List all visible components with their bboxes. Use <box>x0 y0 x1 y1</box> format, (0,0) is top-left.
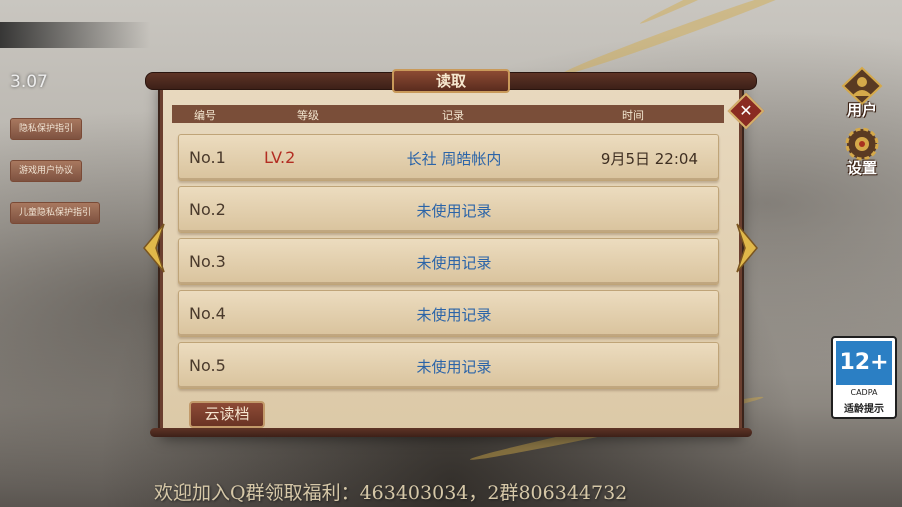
slot-number: No.4 <box>189 304 226 323</box>
age-rating-badge: 12+ CADPA 适龄提示 <box>831 336 897 419</box>
slot-level: LV.2 <box>264 148 296 167</box>
slot-number: No.2 <box>189 200 226 219</box>
column-header-time: 时间 <box>622 109 644 122</box>
rating-tip: 适龄提示 <box>844 404 884 415</box>
user-button[interactable]: 用户 <box>837 66 887 120</box>
save-slot-2[interactable]: No.2 未使用记录 <box>178 186 719 233</box>
column-header-number: 编号 <box>194 109 216 122</box>
privacy-guide-link[interactable]: 隐私保护指引 <box>10 118 83 140</box>
version-label: 3.07 <box>10 72 48 92</box>
dialog-title: 读取 <box>392 69 510 93</box>
slot-number: No.3 <box>189 252 226 271</box>
user-label: 用户 <box>846 101 877 119</box>
dialog-bottom-frame <box>150 428 752 437</box>
user-agreement-link[interactable]: 游戏用户协议 <box>10 160 83 182</box>
slot-record: 未使用记录 <box>416 358 492 376</box>
column-header-level: 等级 <box>297 109 319 122</box>
settings-button[interactable]: 设置 <box>837 124 887 178</box>
slot-number: No.5 <box>189 356 226 375</box>
cloud-load-button[interactable]: 云读档 <box>189 401 265 428</box>
slot-record: 未使用记录 <box>416 254 492 272</box>
settings-label: 设置 <box>846 159 877 177</box>
welcome-banner: 欢迎加入Q群领取福利：463403034，2群806344732 <box>154 482 628 504</box>
slot-record: 未使用记录 <box>416 202 492 220</box>
prev-page-arrow-icon[interactable] <box>142 222 166 274</box>
slot-table-header: 编号 等级 记录 时间 <box>172 105 724 123</box>
slot-number: No.1 <box>189 148 226 167</box>
slot-time: 9月5日 22:04 <box>600 150 698 168</box>
next-page-arrow-icon[interactable] <box>735 222 759 274</box>
save-slot-1[interactable]: No.1 LV.2 长社 周皓帐内 9月5日 22:04 <box>178 134 719 181</box>
top-status-bar <box>0 22 150 48</box>
child-privacy-link[interactable]: 儿童隐私保护指引 <box>10 202 101 224</box>
close-icon: ✕ <box>739 101 753 120</box>
slot-record: 长社 周皓帐内 <box>406 150 502 168</box>
save-slot-5[interactable]: No.5 未使用记录 <box>178 342 719 389</box>
slot-record: 未使用记录 <box>416 306 492 324</box>
column-header-record: 记录 <box>442 109 464 122</box>
save-slot-3[interactable]: No.3 未使用记录 <box>178 238 719 285</box>
save-slot-4[interactable]: No.4 未使用记录 <box>178 290 719 337</box>
age-rating: 12+ <box>836 341 892 385</box>
ink-streak <box>558 0 807 80</box>
rating-org: CADPA <box>850 388 878 397</box>
